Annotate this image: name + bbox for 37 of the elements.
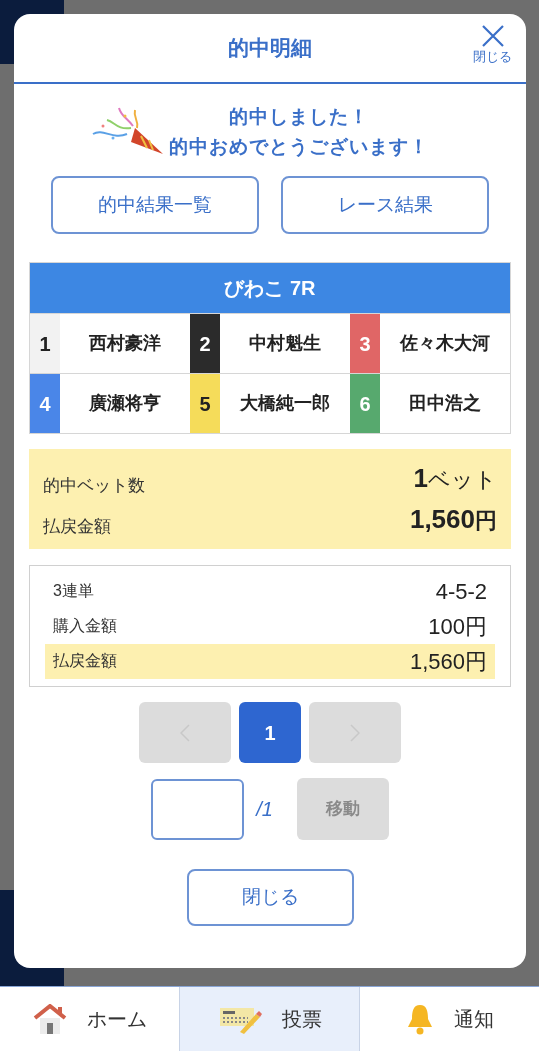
racer-name: 中村魁生	[248, 332, 322, 355]
close-icon	[480, 24, 505, 48]
link-button[interactable]: 的中結果一覧	[51, 176, 259, 234]
boat-number: 2	[190, 314, 220, 373]
page-number-field[interactable]	[151, 778, 245, 840]
racer-name: 西村豪洋	[88, 332, 162, 355]
boat-number: 3	[350, 314, 380, 373]
race-title-bar: びわこ 7R	[30, 263, 510, 313]
page-total: /1	[256, 797, 273, 822]
close-dialog-button[interactable]: 閉じる	[186, 869, 354, 926]
summary-label: 的中ベット数	[43, 474, 145, 497]
racer-name: 田中浩之	[408, 392, 482, 415]
detail-label: 購入金額	[53, 616, 117, 636]
summary-label: 払戻金額	[43, 515, 111, 538]
racer-name: 佐々木大河	[398, 332, 491, 355]
bell-icon	[405, 1003, 434, 1035]
boat-number: 5	[190, 374, 220, 433]
racer-name: 廣瀬将亨	[88, 392, 162, 415]
dialog-title: 的中明細	[228, 35, 312, 62]
success-message: 的中おめでとうございます！	[169, 135, 429, 159]
page-button[interactable]: 1	[239, 702, 301, 763]
boat-number: 4	[30, 374, 60, 433]
boat-number: 1	[30, 314, 60, 373]
detail-value: 100円	[428, 612, 487, 641]
summary-value: 1,560円	[409, 503, 497, 536]
close-button[interactable]: 閉じる	[473, 24, 512, 63]
detail-label: 払戻金額	[53, 651, 117, 671]
summary-value: 1ベット	[413, 462, 497, 495]
nav-tab[interactable]: 投票	[179, 987, 359, 1051]
link-button[interactable]: レース結果	[281, 176, 489, 234]
house-icon	[32, 1004, 67, 1034]
detail-value: 1,560円	[409, 647, 487, 676]
racer-name: 大橋純一郎	[239, 392, 331, 415]
detail-value: 4-5-2	[435, 577, 487, 606]
success-message: 的中しました！	[229, 105, 369, 129]
detail-label: 3連単	[53, 581, 94, 601]
boat-number: 6	[350, 374, 380, 433]
